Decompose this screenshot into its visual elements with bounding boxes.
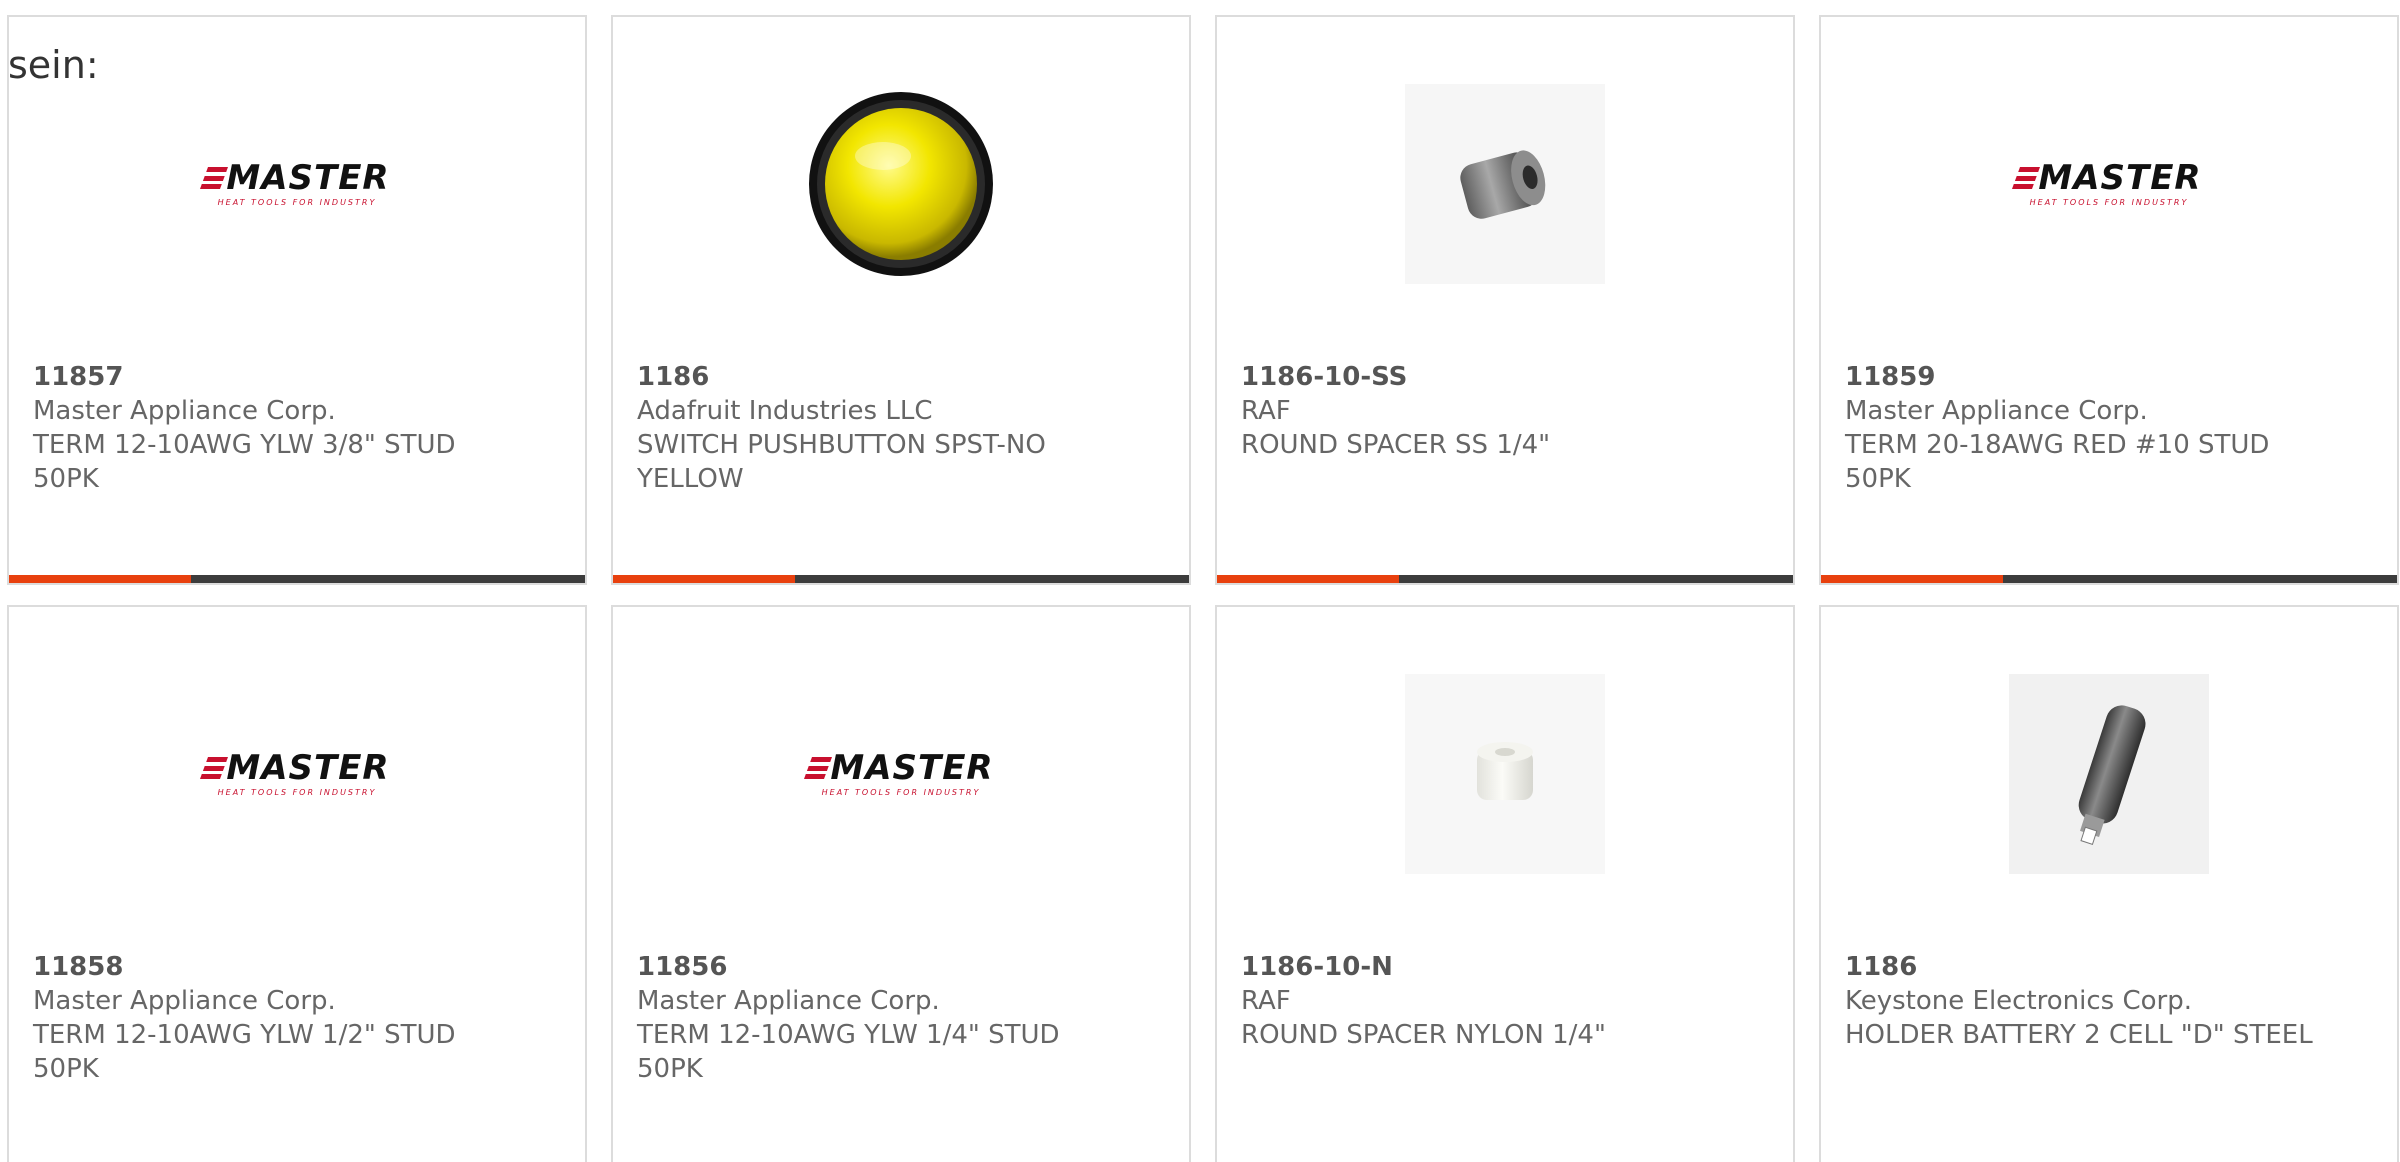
product-description: TERM 12-10AWG YLW 1/4" STUD 50PK — [637, 1020, 1060, 1084]
product-description: TERM 20-18AWG RED #10 STUD 50PK — [1845, 430, 2270, 494]
product-card[interactable]: MASTER HEAT TOOLS FOR INDUSTRY 11857 Mas… — [7, 15, 587, 585]
master-logo-tagline: HEAT TOOLS FOR INDUSTRY — [2029, 198, 2189, 207]
master-logo: MASTER HEAT TOOLS FOR INDUSTRY — [2012, 158, 2202, 207]
card-accent-bar — [1821, 575, 2003, 583]
manufacturer-name: Adafruit Industries LLC — [637, 396, 933, 426]
manufacturer-name: Master Appliance Corp. — [33, 396, 336, 426]
product-card[interactable]: 1186 Keystone Electronics Corp. HOLDER B… — [1819, 605, 2399, 1162]
nylon-spacer-image — [1477, 742, 1533, 800]
product-results-page: sein: MASTER HEAT TOOLS FOR INDUSTRY 118… — [0, 0, 2400, 1162]
product-card[interactable]: MASTER HEAT TOOLS FOR INDUSTRY 11856 Mas… — [611, 605, 1191, 1162]
part-number-link[interactable]: 11856 — [637, 950, 1165, 984]
product-description: ROUND SPACER NYLON 1/4" — [1241, 1020, 1606, 1050]
master-logo-tagline: HEAT TOOLS FOR INDUSTRY — [821, 788, 981, 797]
card-accent-bar — [9, 575, 191, 583]
product-description: SWITCH PUSHBUTTON SPST-NO YELLOW — [637, 430, 1046, 494]
part-number-link[interactable]: 11859 — [1845, 360, 2373, 394]
product-image[interactable]: MASTER HEAT TOOLS FOR INDUSTRY — [613, 669, 1189, 879]
master-logo-word: MASTER — [2038, 158, 2202, 198]
steel-spacer-image — [1460, 150, 1546, 219]
product-image[interactable] — [1217, 669, 1793, 879]
manufacturer-name: Keystone Electronics Corp. — [1845, 986, 2193, 1016]
manufacturer-name: RAF — [1241, 986, 1291, 1016]
product-card[interactable]: MASTER HEAT TOOLS FOR INDUSTRY 11858 Mas… — [7, 605, 587, 1162]
manufacturer-name: RAF — [1241, 396, 1291, 426]
product-description: ROUND SPACER SS 1/4" — [1241, 430, 1551, 460]
battery-holder-image — [2078, 705, 2146, 845]
product-card[interactable]: 1186 Adafruit Industries LLC SWITCH PUSH… — [611, 15, 1191, 585]
product-description: TERM 12-10AWG YLW 1/2" STUD 50PK — [33, 1020, 456, 1084]
product-image[interactable] — [613, 79, 1189, 289]
product-grid: MASTER HEAT TOOLS FOR INDUSTRY 11857 Mas… — [7, 15, 2400, 1162]
card-bottom-bar — [1217, 575, 1793, 583]
part-number-link[interactable]: 11857 — [33, 360, 561, 394]
product-image[interactable]: MASTER HEAT TOOLS FOR INDUSTRY — [1821, 79, 2397, 289]
product-image[interactable]: MASTER HEAT TOOLS FOR INDUSTRY — [9, 669, 585, 879]
master-logo-word: MASTER — [830, 748, 994, 788]
manufacturer-name: Master Appliance Corp. — [637, 986, 940, 1016]
master-logo-word: MASTER — [226, 158, 390, 198]
master-logo-mark — [2012, 167, 2041, 189]
part-number-link[interactable]: 1186 — [1845, 950, 2373, 984]
product-image[interactable] — [1821, 669, 2397, 879]
master-logo-mark — [804, 757, 833, 779]
part-number-link[interactable]: 1186-10-SS — [1241, 360, 1769, 394]
master-logo-tagline: HEAT TOOLS FOR INDUSTRY — [217, 198, 377, 207]
product-description: TERM 12-10AWG YLW 3/8" STUD 50PK — [33, 430, 456, 494]
master-logo-mark — [200, 757, 229, 779]
product-description: HOLDER BATTERY 2 CELL "D" STEEL — [1845, 1020, 2313, 1050]
manufacturer-name: Master Appliance Corp. — [1845, 396, 2148, 426]
master-logo-word: MASTER — [226, 748, 390, 788]
intro-text: sein: — [8, 43, 99, 87]
part-number-link[interactable]: 1186 — [637, 360, 1165, 394]
part-number-link[interactable]: 11858 — [33, 950, 561, 984]
product-image[interactable]: MASTER HEAT TOOLS FOR INDUSTRY — [9, 79, 585, 289]
part-number-link[interactable]: 1186-10-N — [1241, 950, 1769, 984]
card-bottom-bar — [613, 575, 1189, 583]
yellow-pushbutton-image — [809, 92, 993, 276]
product-card[interactable]: MASTER HEAT TOOLS FOR INDUSTRY 11859 Mas… — [1819, 15, 2399, 585]
master-logo: MASTER HEAT TOOLS FOR INDUSTRY — [200, 748, 390, 797]
manufacturer-name: Master Appliance Corp. — [33, 986, 336, 1016]
card-accent-bar — [613, 575, 795, 583]
card-bottom-bar — [1821, 575, 2397, 583]
master-logo-mark — [200, 167, 229, 189]
product-card[interactable]: 1186-10-N RAF ROUND SPACER NYLON 1/4" — [1215, 605, 1795, 1162]
product-card[interactable]: 1186-10-SS RAF ROUND SPACER SS 1/4" — [1215, 15, 1795, 585]
master-logo: MASTER HEAT TOOLS FOR INDUSTRY — [200, 158, 390, 207]
card-accent-bar — [1217, 575, 1399, 583]
master-logo: MASTER HEAT TOOLS FOR INDUSTRY — [804, 748, 994, 797]
product-image[interactable] — [1217, 79, 1793, 289]
card-bottom-bar — [9, 575, 585, 583]
master-logo-tagline: HEAT TOOLS FOR INDUSTRY — [217, 788, 377, 797]
